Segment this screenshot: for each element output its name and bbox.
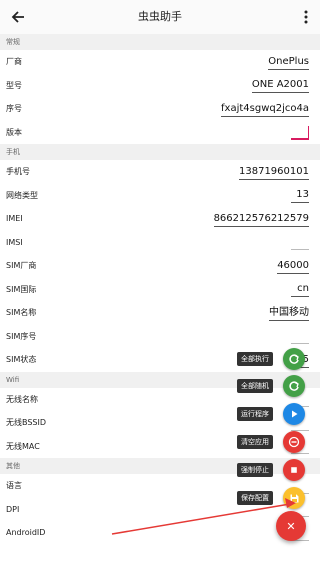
manufacturer-field[interactable]: OnePlus [268,56,309,70]
phone-number-field[interactable]: 13871960101 [239,166,309,180]
section-header-general: 常规 [0,34,320,50]
fab-label[interactable]: 保存配置 [237,491,273,505]
row-network-type: 网络类型 13 [0,184,320,208]
row-sim-serial: SIM序号 [0,325,320,349]
page-title: 虫虫助手 [138,10,182,23]
row-imei: IMEI 866212576212579 [0,207,320,231]
sim-operator-field[interactable]: 46000 [277,260,309,274]
row-label: 无线MAC [6,441,40,451]
row-label: 版本 [6,127,22,137]
row-label: 无线名称 [6,394,38,404]
app-bar: 虫虫助手 [0,0,320,35]
row-label: SIM状态 [6,355,37,364]
row-label: 厂商 [6,57,22,66]
row-android-id: AndroidID [0,521,320,545]
overflow-menu-button[interactable] [298,7,314,27]
row-label: SIM名称 [6,308,37,317]
refresh-icon[interactable] [283,375,305,397]
fab-item-force-stop[interactable]: 强制停止 [237,459,305,481]
fab-item-clear-app[interactable]: 清空应用 [237,431,305,453]
fab-label[interactable]: 运行程序 [237,407,273,421]
row-label: AndroidID [6,528,46,537]
play-icon[interactable] [283,403,305,425]
fab-label[interactable]: 清空应用 [237,435,273,449]
row-model: 型号 ONE A2001 [0,74,320,98]
close-icon: ✕ [286,519,296,533]
row-label: SIM国际 [6,284,37,294]
row-imsi: IMSI [0,231,320,255]
imei-field[interactable]: 866212576212579 [213,213,309,227]
sim-country-field[interactable]: cn [291,283,309,297]
row-label: 语言 [6,481,22,490]
more-vert-icon [304,10,308,24]
row-phone-number: 手机号 13871960101 [0,160,320,184]
row-label: 手机号 [6,167,30,176]
main-fab-close-button[interactable]: ✕ [276,511,306,541]
row-sim-operator: SIM厂商 46000 [0,254,320,278]
model-field[interactable]: ONE A2001 [251,79,309,93]
network-type-field[interactable]: 13 [291,189,309,203]
fab-item-execute-all[interactable]: 全部执行 [237,348,305,370]
row-label: 型号 [6,80,22,90]
sim-serial-field[interactable] [291,330,309,344]
row-sim-country: SIM国际 cn [0,278,320,302]
fab-item-randomize-all[interactable]: 全部随机 [237,375,305,397]
refresh-icon[interactable] [283,348,305,370]
row-sim-name: SIM名称 中国移动 [0,301,320,325]
row-serial: 序号 fxajt4sgwq2jco4a [0,97,320,121]
row-label: 无线BSSID [6,418,47,427]
section-header-phone: 手机 [0,144,320,160]
row-label: SIM序号 [6,331,37,341]
row-label: IMEI [6,214,23,223]
stop-icon[interactable] [283,459,305,481]
fab-label[interactable]: 全部执行 [237,352,273,366]
fab-label[interactable]: 强制停止 [237,463,273,477]
version-field[interactable] [291,125,309,140]
row-manufacturer: 厂商 OnePlus [0,50,320,74]
row-label: IMSI [6,237,23,247]
row-label: 网络类型 [6,190,38,200]
row-label: 序号 [6,104,22,113]
fab-item-run-program[interactable]: 运行程序 [237,403,305,425]
imsi-field[interactable] [291,236,309,250]
serial-field[interactable]: fxajt4sgwq2jco4a [221,103,309,117]
row-label: SIM厂商 [6,261,37,270]
minus-circle-icon[interactable] [283,431,305,453]
row-label: DPI [6,504,20,514]
row-version: 版本 [0,121,320,145]
sim-name-field[interactable]: 中国移动 [269,307,309,321]
fab-label[interactable]: 全部随机 [237,379,273,393]
fab-item-save-config[interactable]: 保存配置 [237,487,305,509]
save-icon[interactable] [283,487,305,509]
